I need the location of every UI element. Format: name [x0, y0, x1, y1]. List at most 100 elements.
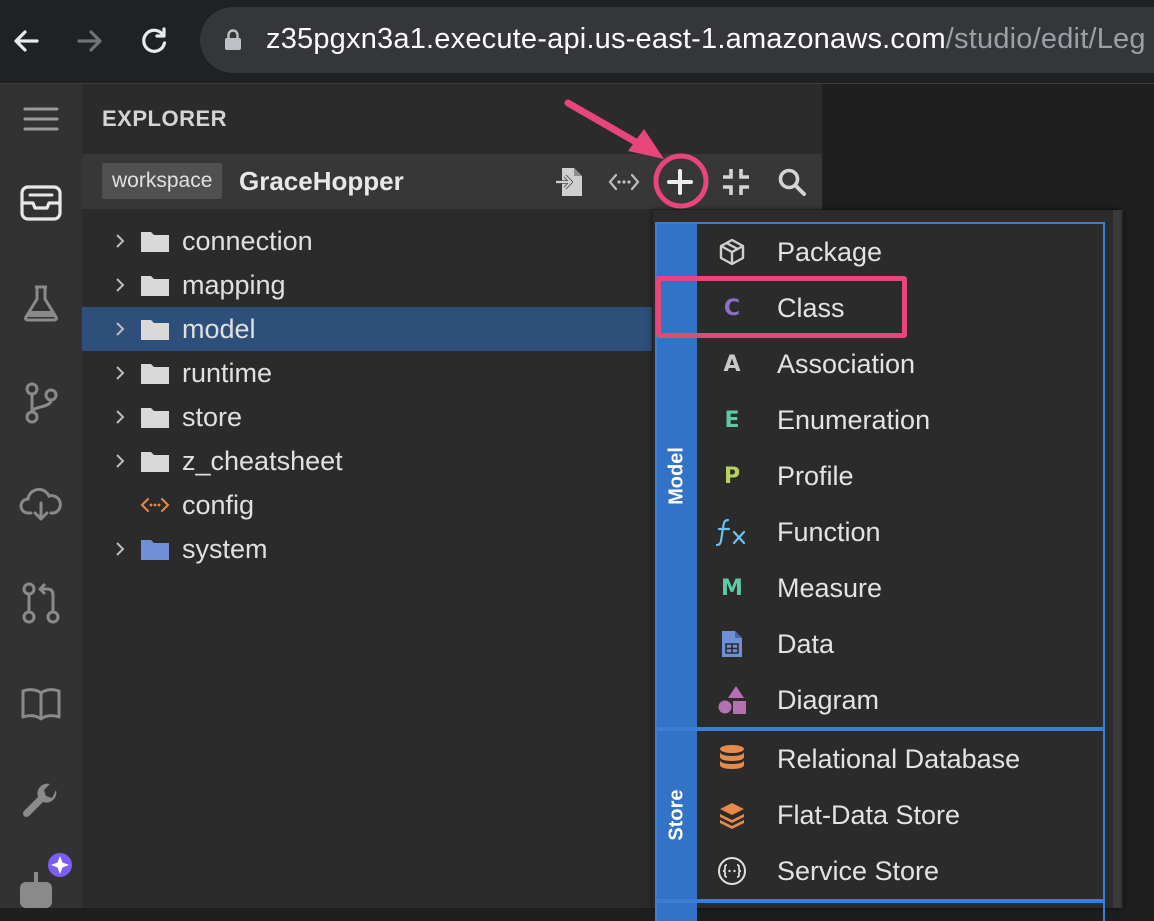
menu-item-function[interactable]: Function [697, 504, 1103, 560]
new-element-button[interactable] [658, 160, 702, 204]
chevron-right-icon [116, 278, 125, 292]
menu-item-class[interactable]: C Class [697, 280, 1103, 336]
menu-group-sidebar [657, 903, 697, 921]
reload-icon [142, 27, 167, 53]
menu-item-label: Relational Database [777, 744, 1021, 774]
address-bar[interactable]: z35pgxn3a1.execute-api.us-east-1.amazona… [200, 7, 1154, 73]
menu-group-label: Model [665, 446, 688, 505]
tree-item-connection[interactable]: connection [82, 219, 652, 263]
tree-item-runtime[interactable]: runtime [82, 351, 652, 395]
menu-item-label: Package [777, 237, 883, 267]
tree-item-config[interactable]: config [82, 483, 652, 527]
menu-item-label: Class [777, 293, 845, 323]
workspace-name: GraceHopper [239, 166, 404, 196]
sync-activity-button[interactable] [0, 468, 82, 538]
function-icon [715, 516, 749, 548]
source-control-activity-button[interactable] [0, 368, 82, 438]
book-icon [21, 688, 61, 721]
cloud-download-icon [19, 487, 62, 521]
menu-item-relational-database[interactable]: Relational Database [697, 731, 1103, 787]
tree-item-label: z_cheatsheet [182, 446, 343, 476]
menu-group-next [655, 901, 1105, 921]
robot-icon [20, 853, 72, 908]
association-icon: A [723, 351, 741, 377]
reload-button[interactable] [131, 18, 177, 64]
folder-icon [141, 364, 169, 384]
tree-item-label: connection [182, 226, 313, 256]
chevron-right-icon [116, 234, 125, 248]
lock-icon [225, 29, 241, 50]
menu-item-data[interactable]: Data [697, 616, 1103, 672]
assistant-activity-button[interactable] [0, 852, 82, 908]
menu-item-label: Profile [777, 461, 854, 491]
menu-item-label: Association [777, 349, 916, 379]
tree-item-store[interactable]: store [82, 395, 652, 439]
folder-icon [141, 232, 169, 252]
menu-button[interactable] [0, 84, 82, 154]
menu-item-service-store[interactable]: Service Store [697, 843, 1103, 899]
menu-group-model: Model Package C Class A Association E En… [655, 222, 1105, 729]
search-button[interactable] [770, 160, 814, 204]
menu-item-flat-data-store[interactable]: Flat-Data Store [697, 787, 1103, 843]
menu-group-sidebar: Model [657, 224, 697, 727]
tree-item-label: runtime [182, 358, 273, 388]
inbox-icon [20, 185, 62, 221]
collapse-button[interactable] [714, 160, 758, 204]
review-activity-button[interactable] [0, 568, 82, 638]
tree-item-label: model [182, 314, 256, 344]
folder-icon [141, 276, 169, 296]
text-mode-button[interactable] [602, 160, 646, 204]
folder-icon [141, 540, 169, 560]
menu-scrollbar[interactable] [1113, 210, 1121, 908]
profile-icon: P [723, 463, 741, 489]
docs-activity-button[interactable] [0, 668, 82, 738]
enumeration-icon: E [724, 407, 740, 433]
menu-item-label: Function [777, 517, 881, 547]
plus-icon [667, 169, 693, 195]
menu-item-package[interactable]: Package [697, 224, 1103, 280]
test-activity-button[interactable] [0, 268, 82, 338]
code-file-icon [140, 498, 170, 512]
tree-item-label: mapping [182, 270, 286, 300]
menu-group-label: Store [665, 789, 688, 841]
chevron-right-icon [116, 410, 125, 424]
explorer-activity-button[interactable] [0, 168, 82, 238]
menu-group-sidebar: Store [657, 731, 697, 899]
search-icon [778, 168, 806, 196]
menu-item-enumeration[interactable]: E Enumeration [697, 392, 1103, 448]
layers-icon [715, 799, 749, 831]
explorer-title: EXPLORER [102, 106, 228, 131]
source-branch-icon [25, 382, 58, 424]
tree-item-system[interactable]: system [82, 527, 652, 571]
menu-item-label: Service Store [777, 856, 940, 886]
folder-icon [141, 320, 169, 340]
menu-item-label: Flat-Data Store [777, 800, 961, 830]
menu-item-association[interactable]: A Association [697, 336, 1103, 392]
tree-item-mapping[interactable]: mapping [82, 263, 652, 307]
tree-item-z-cheatsheet[interactable]: z_cheatsheet [82, 439, 652, 483]
diagram-icon [715, 684, 749, 716]
menu-item-label: Measure [777, 573, 883, 603]
chevron-right-icon [116, 542, 125, 556]
menu-item-measure[interactable]: M Measure [697, 560, 1103, 616]
tree-item-label: config [182, 490, 255, 520]
tree-item-model[interactable]: model [82, 307, 652, 351]
chevron-right-icon [116, 366, 125, 380]
folder-icon [141, 452, 169, 472]
activity-bar [0, 84, 82, 908]
menu-item-diagram[interactable]: Diagram [697, 672, 1103, 728]
data-icon [715, 628, 749, 660]
back-button[interactable] [3, 18, 49, 64]
menu-item-profile[interactable]: P Profile [697, 448, 1103, 504]
menu-group-store: Store Relational Database Flat-Data Stor… [655, 729, 1105, 901]
settings-activity-button[interactable] [0, 768, 82, 838]
import-button[interactable] [547, 160, 591, 204]
package-icon [715, 236, 749, 268]
menu-item-label: Diagram [777, 685, 880, 715]
explorer-header: workspace GraceHopper [82, 154, 822, 209]
chevron-right-icon [116, 454, 125, 468]
service-store-icon [715, 855, 749, 887]
chevron-right-icon [116, 322, 125, 336]
forward-button[interactable] [67, 18, 113, 64]
menu-icon [23, 107, 59, 131]
